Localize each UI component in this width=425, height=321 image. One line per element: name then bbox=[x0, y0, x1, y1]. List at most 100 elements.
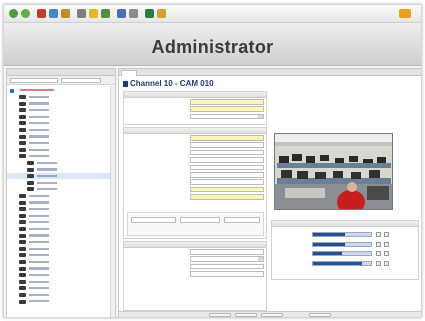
password-field[interactable] bbox=[190, 194, 264, 200]
option-select[interactable] bbox=[131, 217, 176, 223]
camera-icon bbox=[19, 134, 26, 139]
action-button[interactable] bbox=[309, 312, 331, 317]
other-field[interactable] bbox=[190, 271, 264, 277]
tree-item[interactable] bbox=[7, 278, 115, 285]
quality-field[interactable] bbox=[190, 171, 264, 178]
frame-rate-field[interactable] bbox=[190, 157, 264, 163]
tree-item[interactable] bbox=[7, 298, 115, 305]
other-select[interactable] bbox=[190, 256, 264, 262]
adjust-slider[interactable] bbox=[312, 260, 372, 266]
adjust-slider[interactable] bbox=[312, 251, 372, 256]
camera-icon bbox=[19, 273, 26, 278]
resolution-field[interactable] bbox=[190, 149, 264, 156]
option-select[interactable] bbox=[180, 217, 220, 223]
tree-item[interactable] bbox=[7, 100, 115, 107]
tree-item[interactable] bbox=[7, 153, 115, 160]
tree-item[interactable] bbox=[7, 225, 115, 232]
camera-icon bbox=[19, 253, 26, 258]
adjust-slider[interactable] bbox=[312, 241, 372, 247]
tree-filter-select[interactable] bbox=[10, 78, 58, 83]
action-button[interactable] bbox=[235, 312, 257, 317]
tree-item[interactable] bbox=[7, 179, 115, 186]
tree-item[interactable] bbox=[7, 166, 115, 173]
tree-item[interactable] bbox=[7, 107, 115, 114]
tree-item[interactable] bbox=[7, 219, 115, 226]
tree-item[interactable] bbox=[7, 193, 115, 200]
tree-search-input[interactable] bbox=[61, 78, 101, 83]
port-field[interactable] bbox=[190, 142, 264, 148]
device-type-select[interactable] bbox=[190, 113, 264, 120]
slider-fill bbox=[313, 261, 363, 265]
tree-item[interactable] bbox=[7, 133, 115, 140]
tree-item[interactable] bbox=[7, 127, 115, 134]
tree-item[interactable] bbox=[7, 245, 115, 252]
form-row bbox=[124, 193, 266, 200]
tree-item[interactable] bbox=[7, 258, 115, 265]
tree-root-item[interactable] bbox=[7, 87, 115, 94]
tree-scrollbar[interactable] bbox=[110, 86, 115, 317]
tree-item[interactable] bbox=[7, 160, 115, 167]
username-field[interactable] bbox=[190, 186, 264, 193]
action-button[interactable] bbox=[261, 312, 283, 317]
tree-item[interactable] bbox=[7, 146, 115, 153]
camera-preview-image[interactable] bbox=[274, 133, 393, 210]
decrement-button[interactable] bbox=[376, 251, 381, 256]
adjust-slider[interactable] bbox=[312, 232, 372, 237]
tree-item[interactable] bbox=[7, 172, 115, 180]
increment-button[interactable] bbox=[384, 251, 389, 256]
decrement-button[interactable] bbox=[376, 260, 381, 266]
tree-item[interactable] bbox=[7, 232, 115, 239]
other-field[interactable] bbox=[190, 249, 264, 255]
tree-item[interactable] bbox=[7, 212, 115, 219]
tree-item-label bbox=[29, 142, 49, 145]
tree-item-label bbox=[29, 207, 49, 211]
option-select[interactable] bbox=[224, 217, 260, 223]
favorites-icon[interactable] bbox=[89, 9, 98, 18]
tree-item[interactable] bbox=[7, 199, 115, 206]
stream-settings-section bbox=[123, 127, 267, 239]
tree-item-label bbox=[29, 155, 49, 158]
tree-item[interactable] bbox=[7, 265, 115, 272]
back-icon[interactable] bbox=[9, 9, 18, 18]
refresh-icon[interactable] bbox=[49, 9, 58, 18]
search-icon[interactable] bbox=[77, 9, 86, 18]
increment-button[interactable] bbox=[384, 232, 389, 237]
tree-item[interactable] bbox=[7, 186, 115, 193]
decrement-button[interactable] bbox=[376, 232, 381, 237]
tree-item[interactable] bbox=[7, 113, 115, 120]
tree-item-label bbox=[37, 181, 57, 184]
ip-address-field[interactable] bbox=[190, 135, 264, 141]
tree-item[interactable] bbox=[7, 252, 115, 259]
tree-item[interactable] bbox=[7, 206, 115, 213]
tree-item[interactable] bbox=[7, 291, 115, 298]
tree-item[interactable] bbox=[7, 94, 115, 101]
mail-icon[interactable] bbox=[117, 9, 126, 18]
tree-item[interactable] bbox=[7, 272, 115, 279]
print-icon[interactable] bbox=[129, 9, 138, 18]
forward-icon[interactable] bbox=[21, 9, 30, 18]
form-row bbox=[124, 178, 266, 185]
other-field[interactable] bbox=[190, 263, 264, 270]
camera-icon bbox=[27, 174, 34, 179]
settings-icon[interactable] bbox=[157, 9, 166, 18]
stop-icon[interactable] bbox=[37, 9, 46, 18]
gop-field[interactable] bbox=[190, 179, 264, 185]
tree-item[interactable] bbox=[7, 285, 115, 292]
tree-item[interactable] bbox=[7, 239, 115, 246]
history-icon[interactable] bbox=[101, 9, 110, 18]
tree-item-label bbox=[29, 201, 49, 204]
slider-fill bbox=[313, 252, 342, 255]
channel-number-field[interactable] bbox=[190, 99, 264, 105]
channel-name-field[interactable] bbox=[190, 106, 264, 112]
increment-button[interactable] bbox=[384, 241, 389, 247]
tree-item[interactable] bbox=[7, 140, 115, 147]
decrement-button[interactable] bbox=[376, 241, 381, 247]
increment-button[interactable] bbox=[384, 260, 389, 266]
tree-item[interactable] bbox=[7, 120, 115, 127]
tab-general[interactable] bbox=[121, 70, 137, 76]
home-icon[interactable] bbox=[61, 9, 70, 18]
edit-icon[interactable] bbox=[145, 9, 154, 18]
camera-icon bbox=[19, 226, 26, 231]
action-button[interactable] bbox=[209, 312, 231, 317]
bitrate-field[interactable] bbox=[190, 164, 264, 171]
